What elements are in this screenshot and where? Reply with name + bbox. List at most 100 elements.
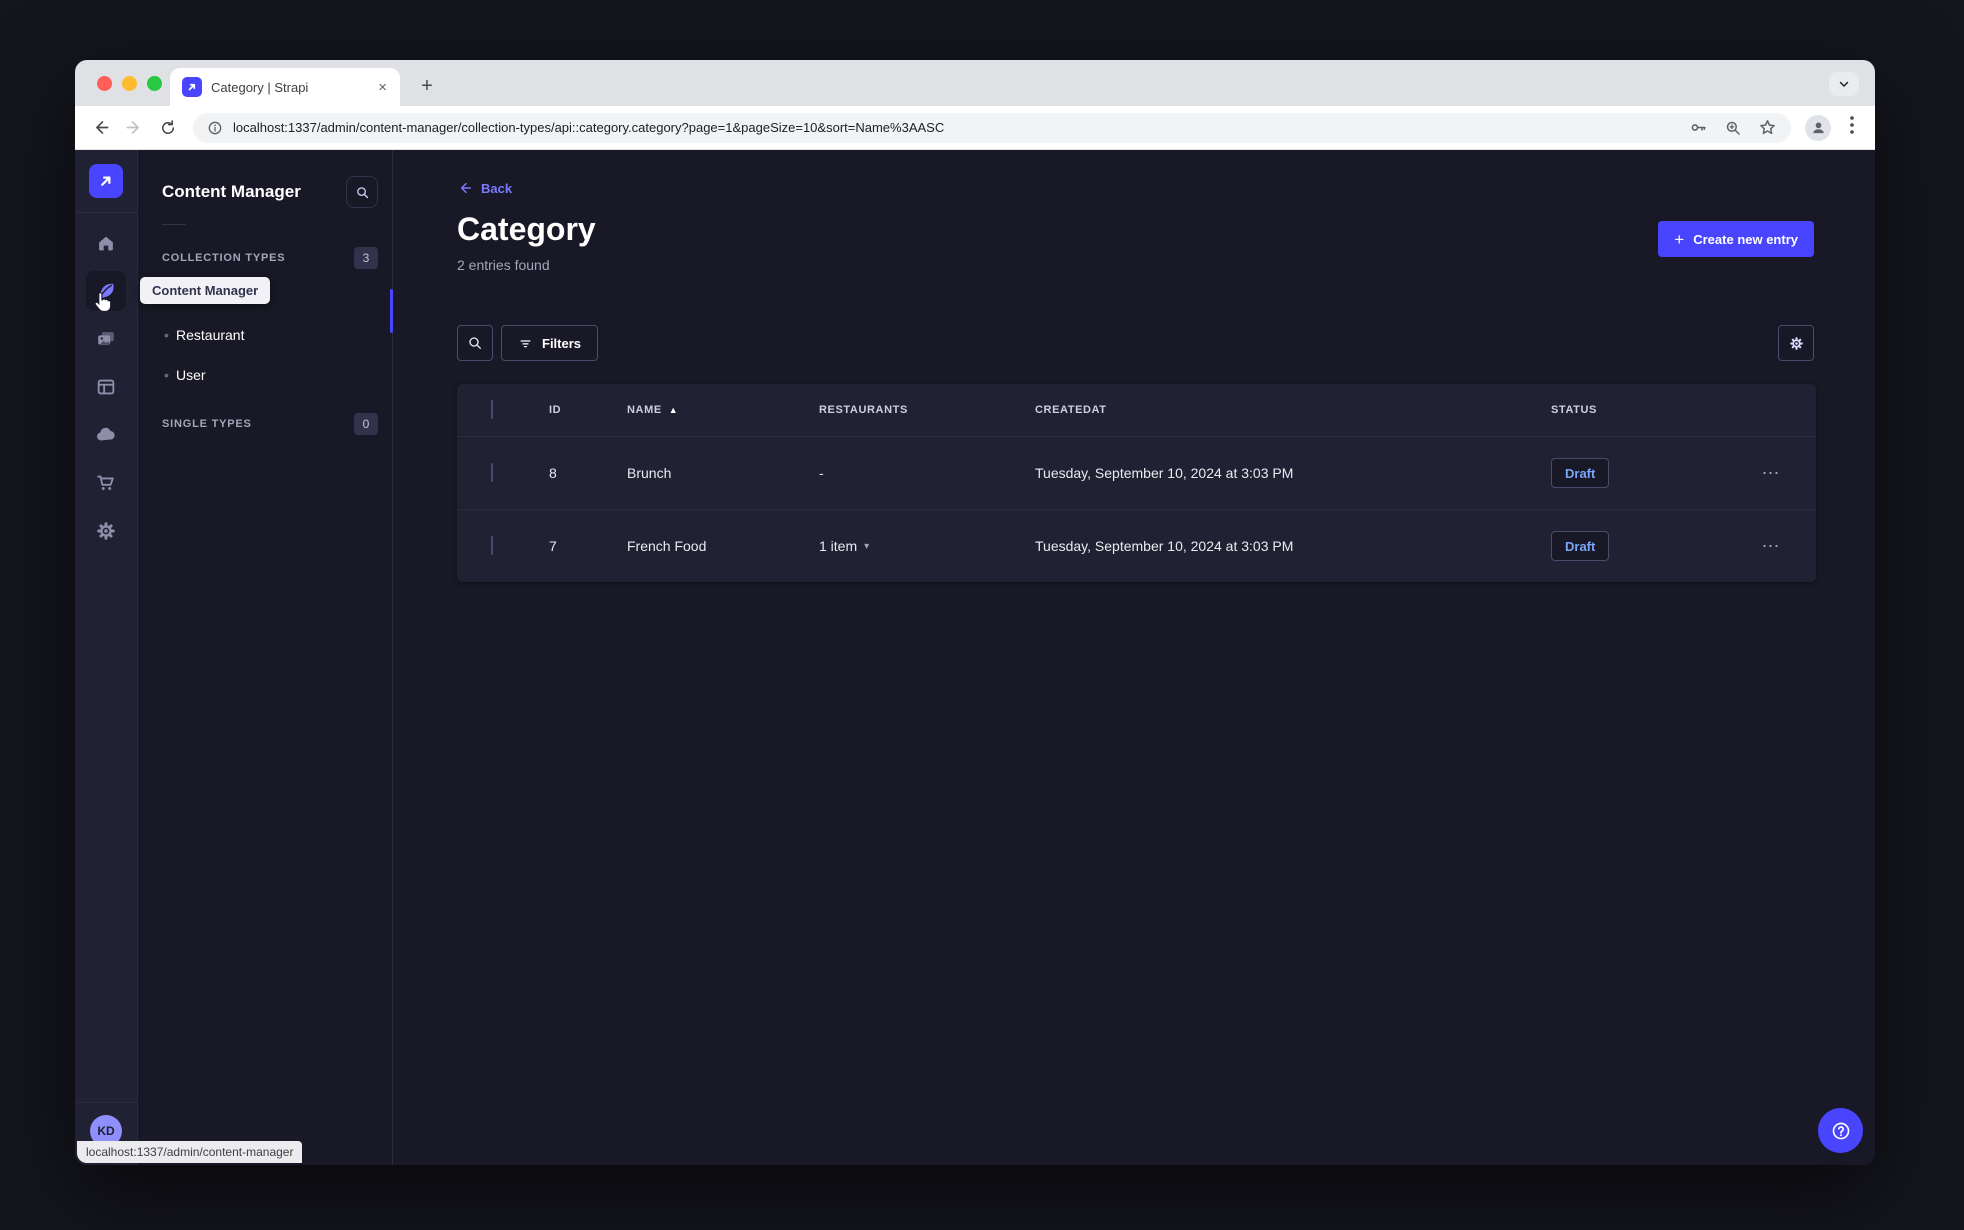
browser-profile-button[interactable] — [1805, 114, 1831, 141]
nav-cloud-button[interactable] — [86, 415, 126, 455]
table-row[interactable]: 8 Brunch - Tuesday, September 10, 2024 a… — [457, 436, 1816, 509]
browser-menu-button[interactable] — [1839, 116, 1865, 139]
chevron-down-icon — [1839, 81, 1849, 87]
nav-home-button[interactable] — [86, 223, 126, 263]
entries-table: ID NAME ▲ RESTAURANTS CREATEDAT STATUS 8 — [457, 384, 1816, 582]
nav-marketplace-button[interactable] — [86, 463, 126, 503]
cell-id: 7 — [549, 538, 557, 554]
zoom-page-button[interactable] — [1724, 119, 1742, 137]
cell-id: 8 — [549, 465, 557, 481]
collection-types-count-badge: 3 — [354, 247, 378, 269]
single-types-count-badge: 0 — [354, 413, 378, 435]
subnav-divider — [162, 224, 186, 225]
gear-icon — [1789, 336, 1803, 350]
cell-name: French Food — [627, 538, 707, 554]
tab-title: Category | Strapi — [211, 79, 309, 95]
subnav-title: Content Manager — [162, 182, 301, 201]
browser-toolbar: localhost:1337/admin/content-manager/col… — [75, 106, 1875, 150]
rail-bottom-divider — [75, 1102, 138, 1103]
subnav-search-button[interactable] — [346, 176, 378, 208]
section-label: SINGLE TYPES — [162, 418, 252, 430]
column-header-name[interactable]: NAME ▲ — [627, 404, 819, 416]
row-actions-button[interactable]: ⋯ — [1751, 536, 1791, 557]
browser-tab[interactable]: Category | Strapi × — [170, 68, 400, 106]
window-zoom-button[interactable] — [147, 76, 162, 91]
tab-search-button[interactable] — [1829, 72, 1859, 96]
column-header-restaurants[interactable]: RESTAURANTS — [819, 404, 1035, 416]
window-controls — [97, 76, 162, 91]
window-close-button[interactable] — [97, 76, 112, 91]
single-types-section-header: SINGLE TYPES 0 — [138, 413, 392, 435]
star-icon — [1760, 120, 1775, 135]
desktop-background: Category | Strapi × + localhost:1337/adm… — [0, 0, 1964, 1230]
table-row[interactable]: 7 French Food 1 item ▾ Tuesday, Septembe… — [457, 509, 1816, 582]
nav-settings-button[interactable] — [86, 511, 126, 551]
content-manager-tooltip: Content Manager — [140, 277, 271, 304]
key-icon — [1691, 124, 1706, 131]
subnav-item-user[interactable]: • User — [138, 355, 392, 395]
nav-content-type-builder-button[interactable] — [86, 367, 126, 407]
cell-createdat: Tuesday, September 10, 2024 at 3:03 PM — [1035, 465, 1294, 481]
select-all-checkbox[interactable] — [491, 400, 493, 419]
forward-arrow-icon — [126, 121, 139, 134]
back-arrow-icon — [460, 182, 472, 194]
status-badge: Draft — [1551, 458, 1610, 488]
nav-media-library-button[interactable] — [86, 319, 126, 359]
back-nav-button[interactable] — [83, 111, 117, 145]
url-text[interactable]: localhost:1337/admin/content-manager/col… — [233, 120, 1673, 135]
filter-icon — [520, 339, 531, 347]
home-icon — [99, 236, 113, 251]
question-mark-icon — [1832, 1122, 1849, 1139]
bullet-icon: • — [164, 327, 169, 343]
back-link[interactable]: Back — [457, 180, 512, 196]
search-icon — [356, 186, 368, 198]
new-tab-button[interactable]: + — [413, 73, 441, 101]
create-new-entry-button[interactable]: + Create new entry — [1658, 221, 1814, 257]
cell-createdat: Tuesday, September 10, 2024 at 3:03 PM — [1035, 538, 1294, 554]
row-checkbox[interactable] — [491, 463, 493, 482]
row-actions-button[interactable]: ⋯ — [1751, 463, 1791, 484]
reload-button[interactable] — [151, 111, 185, 145]
cloud-icon — [97, 427, 115, 441]
column-header-id[interactable]: ID — [549, 404, 627, 416]
strapi-logo-icon — [101, 176, 111, 186]
view-settings-button[interactable] — [1778, 325, 1814, 361]
search-icon — [469, 337, 481, 349]
media-library-icon — [98, 332, 114, 345]
column-header-status[interactable]: STATUS — [1551, 404, 1726, 416]
section-label: COLLECTION TYPES — [162, 252, 286, 264]
tab-close-icon[interactable]: × — [375, 79, 390, 96]
filters-button[interactable]: Filters — [501, 325, 599, 361]
strapi-app: KD Content Manager COLLECTION TYPES 3 • … — [75, 150, 1875, 1165]
rail-divider — [75, 212, 138, 213]
page-title: Category — [457, 211, 596, 247]
magnifier-plus-icon — [1726, 121, 1740, 135]
page-info-icon[interactable] — [207, 120, 223, 136]
strapi-favicon-icon — [182, 77, 202, 97]
help-button[interactable] — [1818, 1108, 1863, 1153]
status-url-tooltip: localhost:1337/admin/content-manager — [77, 1141, 303, 1163]
subnav-item-restaurant[interactable]: • Restaurant — [138, 315, 392, 355]
active-item-indicator — [390, 289, 393, 333]
strapi-logo[interactable] — [89, 164, 123, 198]
url-bar[interactable]: localhost:1337/admin/content-manager/col… — [193, 112, 1791, 143]
column-header-createdat[interactable]: CREATEDAT — [1035, 404, 1551, 416]
cell-restaurants[interactable]: 1 item ▾ — [819, 538, 1035, 554]
forward-nav-button[interactable] — [117, 111, 151, 145]
caret-down-icon: ▾ — [864, 540, 870, 552]
cell-restaurants: - — [819, 465, 824, 481]
person-icon — [1812, 122, 1824, 134]
category-list-view: Back Category 2 entries found + Create n… — [393, 150, 1875, 1165]
row-checkbox[interactable] — [491, 536, 493, 555]
password-manager-button[interactable] — [1689, 118, 1708, 137]
collection-types-section-header: COLLECTION TYPES 3 — [138, 247, 392, 269]
window-minimize-button[interactable] — [122, 76, 137, 91]
table-header-row: ID NAME ▲ RESTAURANTS CREATEDAT STATUS — [457, 384, 1816, 436]
kebab-menu-icon — [1850, 116, 1854, 134]
table-search-button[interactable] — [457, 325, 493, 361]
back-arrow-icon — [95, 121, 108, 134]
bookmark-button[interactable] — [1758, 118, 1777, 137]
cell-name: Brunch — [627, 465, 672, 481]
layout-builder-icon — [97, 379, 115, 395]
status-badge: Draft — [1551, 531, 1610, 561]
